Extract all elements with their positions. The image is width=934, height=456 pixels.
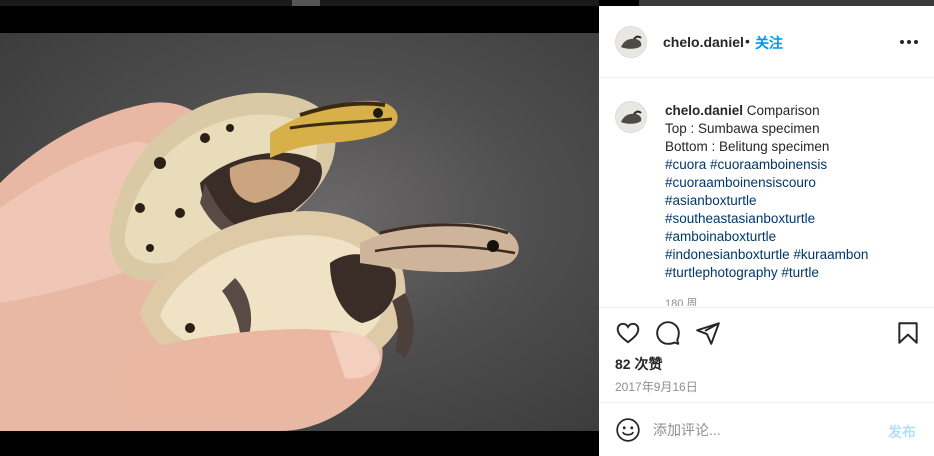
- comment-box: 发布: [599, 402, 934, 456]
- hashtag-link[interactable]: #cuora: [665, 157, 706, 172]
- hashtag-line: #amboinaboxturtle: [665, 228, 925, 246]
- hashtag-line: #turtlephotography #turtle: [665, 264, 925, 282]
- paper-plane-icon[interactable]: [695, 320, 721, 346]
- caption-line: Bottom : Belitung specimen: [665, 139, 830, 154]
- hashtag-link[interactable]: #southeastasianboxturtle: [665, 211, 815, 226]
- post-date[interactable]: 2017年9月16日: [615, 378, 698, 395]
- comment-input[interactable]: [653, 415, 873, 445]
- comment-icon[interactable]: [655, 320, 681, 346]
- avatar-image: [616, 27, 646, 57]
- hashtag-line: #southeastasianboxturtle: [665, 210, 925, 228]
- hashtag-line: #cuoraamboinensiscouro: [665, 174, 925, 192]
- hashtag-link[interactable]: #cuoraamboinensis: [710, 157, 827, 172]
- post-photo[interactable]: [0, 33, 599, 431]
- hashtag-link[interactable]: #indonesianboxturtle: [665, 247, 790, 262]
- caption-avatar[interactable]: [615, 101, 647, 133]
- hashtag-link[interactable]: #turtle: [781, 265, 819, 280]
- hashtag-link[interactable]: #cuoraamboinensiscouro: [665, 175, 816, 190]
- username-link[interactable]: chelo.daniel: [663, 34, 744, 50]
- hashtag-link[interactable]: #turtlephotography: [665, 265, 778, 280]
- post-comment-button[interactable]: 发布: [888, 422, 916, 442]
- caption-line: Top : Sumbawa specimen: [665, 121, 820, 136]
- media-top-strip-segment: [292, 0, 320, 6]
- likes-count[interactable]: 82 次赞: [615, 354, 662, 374]
- caption-age: 180 周: [665, 298, 698, 306]
- hashtag-link[interactable]: #asianboxturtle: [665, 193, 757, 208]
- post-side-panel: chelo.daniel • 关注 chelo.daniel Compariso…: [599, 6, 934, 456]
- post-header: chelo.daniel • 关注: [599, 6, 934, 78]
- action-bar: 82 次赞 2017年9月16日: [599, 307, 934, 402]
- heart-icon[interactable]: [615, 320, 641, 346]
- hashtag-line: #indonesianboxturtle #kuraambon: [665, 246, 925, 264]
- caption-section: chelo.daniel Comparison Top : Sumbawa sp…: [599, 79, 934, 306]
- post-media: [0, 0, 599, 456]
- hashtag-link[interactable]: #kuraambon: [793, 247, 868, 262]
- avatar[interactable]: [615, 26, 647, 58]
- smiley-icon[interactable]: [615, 417, 641, 443]
- hashtag-line: #asianboxturtle: [665, 192, 925, 210]
- hashtag-line: #cuora #cuoraamboinensis: [665, 156, 925, 174]
- more-options-icon[interactable]: [899, 36, 921, 48]
- turtles-in-hand-image: [0, 92, 519, 431]
- media-top-strip: [0, 0, 599, 6]
- hashtag-link[interactable]: #amboinaboxturtle: [665, 229, 776, 244]
- caption-first-line: chelo.daniel Comparison: [665, 102, 925, 120]
- avatar-image: [616, 102, 646, 132]
- caption-username-link[interactable]: chelo.daniel: [665, 103, 743, 118]
- caption-line: Comparison: [746, 103, 820, 118]
- separator-dot: •: [745, 33, 750, 49]
- follow-button[interactable]: 关注: [755, 33, 783, 53]
- bookmark-icon[interactable]: [895, 320, 921, 346]
- caption-text: chelo.daniel Comparison Top : Sumbawa sp…: [665, 102, 925, 282]
